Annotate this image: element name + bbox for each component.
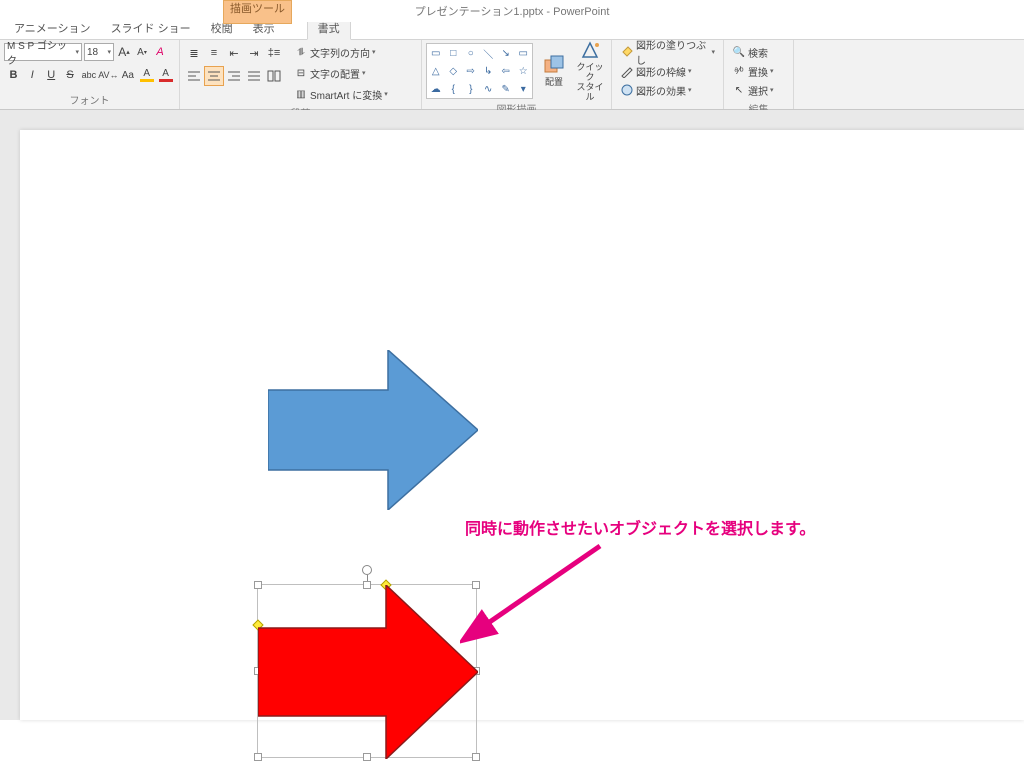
- align-center-button[interactable]: [204, 66, 224, 86]
- shape-arrowline-icon[interactable]: ↘: [497, 44, 515, 62]
- gallery-more-icon[interactable]: ▾: [515, 80, 533, 98]
- shrink-font-button[interactable]: A▾: [134, 43, 150, 61]
- rotate-handle[interactable]: [362, 565, 372, 575]
- clear-formatting-button[interactable]: A: [152, 43, 168, 61]
- shape-fill-button[interactable]: 図形の塗りつぶし▾: [616, 43, 719, 61]
- text-align-icon: ⊟: [294, 66, 308, 80]
- shape-diamond-icon[interactable]: ◇: [445, 62, 463, 80]
- group-edit: 🔍 検索 ᵃ⁄ᵇ 置換▾ ↖ 選択▾ 編集: [724, 40, 794, 109]
- line-spacing-button[interactable]: ‡≡: [264, 43, 284, 63]
- text-direction-button[interactable]: ⥮ 文字列の方向▾: [290, 43, 392, 61]
- blue-arrow-shape[interactable]: [268, 350, 478, 510]
- smartart-icon: ▥: [294, 87, 308, 101]
- numbering-button[interactable]: ≡: [204, 43, 224, 63]
- strikethrough-button[interactable]: S: [61, 65, 80, 85]
- shapes-gallery[interactable]: ▭ □ ○ ＼ ↘ ▭ △ ◇ ⇨ ↳ ⇦ ☆ ☁ { } ∿ ✎ ▾: [426, 43, 533, 99]
- quick-styles-icon: [579, 39, 601, 61]
- window-title: プレゼンテーション1.pptx - PowerPoint: [415, 3, 610, 19]
- group-shapes: ▭ □ ○ ＼ ↘ ▭ △ ◇ ⇨ ↳ ⇦ ☆ ☁ { } ∿ ✎ ▾: [422, 40, 612, 109]
- replace-button[interactable]: ᵃ⁄ᵇ 置換▾: [728, 62, 789, 80]
- replace-icon: ᵃ⁄ᵇ: [732, 64, 746, 78]
- bucket-icon: [620, 45, 634, 59]
- char-spacing-button[interactable]: AV↔: [98, 65, 118, 85]
- drawing-tools-label: 描画ツール: [230, 3, 285, 15]
- font-name-select[interactable]: M S P ゴシック ▾: [4, 43, 82, 61]
- arrange-icon: [543, 54, 565, 76]
- align-right-button[interactable]: [224, 66, 244, 86]
- underline-button[interactable]: U: [42, 65, 61, 85]
- ribbon: M S P ゴシック ▾ 18 ▾ A▴ A▾ A B I U S abc AV…: [0, 40, 1024, 110]
- shape-curve-icon[interactable]: ∿: [480, 80, 498, 98]
- change-case-button[interactable]: Aa: [118, 65, 137, 85]
- text-direction-icon: ⥮: [294, 45, 308, 59]
- shape-triangle-icon[interactable]: △: [427, 62, 445, 80]
- shape-connector-icon[interactable]: ↳: [480, 62, 498, 80]
- shape-arrow2-icon[interactable]: ⇦: [497, 62, 515, 80]
- font-highlight-button[interactable]: A: [137, 65, 156, 85]
- shape-brace2-icon[interactable]: }: [462, 80, 480, 98]
- group-label-font: フォント: [4, 90, 175, 109]
- shape-rect-icon[interactable]: □: [445, 44, 463, 62]
- cursor-icon: ↖: [732, 83, 746, 97]
- chevron-down-icon: ▾: [107, 48, 111, 56]
- font-size-value: 18: [87, 47, 98, 58]
- ribbon-tabs: アニメーション スライド ショー 校閲 表示 書式: [0, 22, 1024, 40]
- arrange-button[interactable]: 配置: [537, 43, 571, 99]
- quick-styles-button[interactable]: クイック スタイル: [573, 43, 607, 99]
- group-paragraph: ≣ ≡ ⇤ ⇥ ‡≡: [180, 40, 422, 109]
- text-align-vert-button[interactable]: ⊟ 文字の配置▾: [290, 64, 392, 82]
- italic-button[interactable]: I: [23, 65, 42, 85]
- title-bar: 描画ツール プレゼンテーション1.pptx - PowerPoint: [0, 0, 1024, 22]
- group-shape-style: 図形の塗りつぶし▾ 図形の枠線▾ 図形の効果▾: [612, 40, 724, 109]
- canvas-area: 同時に動作させたいオブジェクトを選択します。: [0, 110, 1024, 720]
- shape-oval-icon[interactable]: ○: [462, 44, 480, 62]
- shape-cloud-icon[interactable]: ☁: [427, 80, 445, 98]
- shape-rect2-icon[interactable]: ▭: [515, 44, 533, 62]
- align-left-button[interactable]: [184, 66, 204, 86]
- effects-icon: [620, 83, 634, 97]
- find-icon: 🔍: [732, 45, 746, 59]
- select-button[interactable]: ↖ 選択▾: [728, 81, 789, 99]
- selection-box[interactable]: [257, 584, 477, 758]
- slide[interactable]: 同時に動作させたいオブジェクトを選択します。: [20, 130, 1024, 720]
- shape-star-icon[interactable]: ☆: [515, 62, 533, 80]
- chevron-down-icon: ▾: [75, 48, 79, 56]
- group-font: M S P ゴシック ▾ 18 ▾ A▴ A▾ A B I U S abc AV…: [0, 40, 180, 109]
- annotation-arrow: [460, 540, 620, 650]
- text-shadow-button[interactable]: abc: [80, 65, 99, 85]
- shape-freeform-icon[interactable]: ✎: [497, 80, 515, 98]
- find-button[interactable]: 🔍 検索: [728, 43, 789, 61]
- shape-outline-button[interactable]: 図形の枠線▾: [616, 62, 719, 80]
- drawing-tools-contextual-tab[interactable]: 描画ツール: [223, 0, 292, 24]
- font-color-button[interactable]: A: [156, 65, 175, 85]
- shape-line-icon[interactable]: ＼: [480, 44, 498, 62]
- increase-indent-button[interactable]: ⇥: [244, 43, 264, 63]
- font-size-select[interactable]: 18 ▾: [84, 43, 114, 61]
- shape-brace-icon[interactable]: {: [445, 80, 463, 98]
- annotation-text: 同時に動作させたいオブジェクトを選択します。: [465, 515, 815, 539]
- red-arrow-shape[interactable]: [258, 585, 478, 759]
- pen-icon: [620, 64, 634, 78]
- bold-button[interactable]: B: [4, 65, 23, 85]
- shape-effects-button[interactable]: 図形の効果▾: [616, 81, 719, 99]
- font-name-value: M S P ゴシック: [7, 37, 75, 67]
- convert-smartart-button[interactable]: ▥ SmartArt に変換▾: [290, 85, 392, 103]
- columns-button[interactable]: [264, 66, 284, 86]
- grow-font-button[interactable]: A▴: [116, 43, 132, 61]
- shape-arrow-icon[interactable]: ⇨: [462, 62, 480, 80]
- bullets-button[interactable]: ≣: [184, 43, 204, 63]
- shape-textbox-icon[interactable]: ▭: [427, 44, 445, 62]
- justify-button[interactable]: [244, 66, 264, 86]
- decrease-indent-button[interactable]: ⇤: [224, 43, 244, 63]
